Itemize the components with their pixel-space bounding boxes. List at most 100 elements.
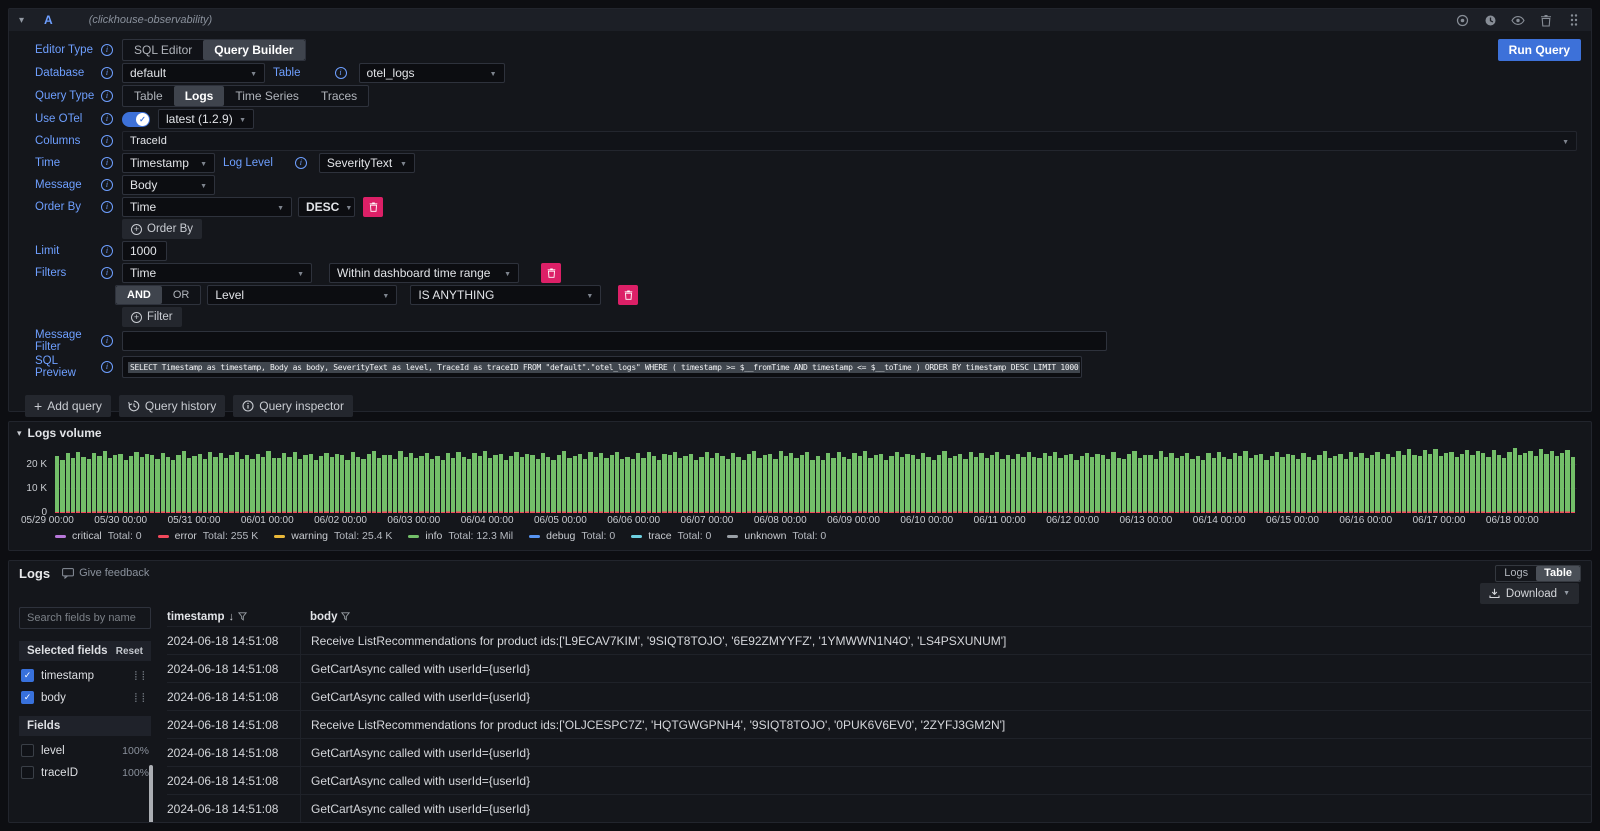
legend-item-info[interactable]: infoTotal: 12.3 Mil (408, 530, 513, 542)
log-level-select[interactable]: SeverityText (319, 153, 415, 173)
info-icon[interactable]: i (101, 335, 113, 347)
bar (1507, 452, 1511, 513)
remove-filter2-button[interactable] (618, 285, 638, 305)
hide-response-icon[interactable] (1511, 13, 1525, 27)
limit-input[interactable] (122, 241, 167, 261)
remove-order-by-button[interactable] (363, 197, 383, 217)
bar (1000, 459, 1004, 513)
bar (757, 458, 761, 513)
filter2-operator-select[interactable]: IS ANYTHING (410, 285, 601, 305)
query-type-option-logs[interactable]: Logs (174, 86, 225, 106)
use-otel-toggle[interactable]: ✓ (122, 112, 150, 127)
info-icon[interactable]: i (101, 361, 113, 373)
bar (1455, 457, 1459, 513)
bar (937, 455, 941, 514)
info-icon[interactable]: i (101, 90, 113, 102)
search-fields-input[interactable] (19, 607, 151, 629)
message-filter-input[interactable] (122, 331, 1107, 351)
available-field-level[interactable]: level100% (19, 743, 151, 758)
drag-handle-icon[interactable]: ⡇⡇ (134, 670, 149, 681)
info-icon[interactable]: i (101, 245, 113, 257)
table-row[interactable]: 2024-06-18 14:51:08GetCartAsync called w… (167, 766, 1591, 794)
query-inspector-button[interactable]: Query inspector (233, 395, 353, 417)
info-icon[interactable]: i (101, 135, 113, 147)
add-query-button[interactable]: +Add query (25, 395, 111, 417)
query-type-option-table[interactable]: Table (123, 86, 174, 106)
info-icon[interactable]: i (101, 201, 113, 213)
otel-version-select[interactable]: latest (1.2.9) (158, 109, 254, 129)
checkbox-unchecked[interactable] (21, 766, 34, 779)
info-icon[interactable]: i (101, 179, 113, 191)
give-feedback-button[interactable]: Give feedback (62, 567, 149, 579)
database-select[interactable]: default (122, 63, 265, 83)
info-icon[interactable]: i (101, 67, 113, 79)
editor-type-option-sql[interactable]: SQL Editor (123, 40, 203, 60)
filter-funnel-icon[interactable] (238, 612, 247, 621)
join-option-or[interactable]: OR (162, 286, 201, 304)
filter1-operator-select[interactable]: Within dashboard time range (329, 263, 519, 283)
info-icon[interactable]: i (101, 267, 113, 279)
order-by-field-select[interactable]: Time (122, 197, 292, 217)
legend-item-unknown[interactable]: unknownTotal: 0 (727, 530, 826, 542)
info-icon[interactable]: i (101, 44, 113, 56)
chevron-down-icon (250, 69, 257, 78)
available-field-traceID[interactable]: traceID100% (19, 765, 151, 780)
sort-desc-icon[interactable]: ↓ (229, 611, 235, 623)
remove-filter1-button[interactable] (541, 263, 561, 283)
info-icon[interactable]: i (101, 113, 113, 125)
editor-type-option-builder[interactable]: Query Builder (203, 40, 304, 60)
legend-item-critical[interactable]: criticalTotal: 0 (55, 530, 142, 542)
drag-handle-icon[interactable]: ⡇⡇ (134, 692, 149, 703)
bar (1196, 456, 1200, 513)
checkbox-checked[interactable]: ✓ (21, 691, 34, 704)
collapse-query-icon[interactable]: ▾ (19, 15, 24, 26)
bar (192, 456, 196, 513)
bar (103, 451, 107, 513)
collapse-panel-icon[interactable]: ▾ (17, 428, 22, 439)
reset-fields-button[interactable]: Reset (116, 646, 143, 657)
legend-item-trace[interactable]: traceTotal: 0 (631, 530, 711, 542)
legend-item-error[interactable]: errorTotal: 255 K (158, 530, 259, 542)
table-row[interactable]: 2024-06-18 14:51:08GetCartAsync called w… (167, 654, 1591, 682)
join-option-and[interactable]: AND (116, 286, 162, 304)
view-option-table[interactable]: Table (1536, 566, 1580, 581)
info-icon[interactable]: i (295, 157, 307, 169)
drag-handle-icon[interactable] (1567, 13, 1581, 27)
bar (699, 457, 703, 513)
columns-multiselect[interactable]: TraceId (122, 131, 1577, 151)
view-option-logs[interactable]: Logs (1496, 566, 1536, 581)
run-query-button[interactable]: Run Query (1498, 39, 1581, 61)
message-column-select[interactable]: Body (122, 175, 215, 195)
add-order-by-button[interactable]: +Order By (122, 219, 202, 239)
legend-item-warning[interactable]: warningTotal: 25.4 K (274, 530, 392, 542)
query-type-option-timeseries[interactable]: Time Series (224, 86, 310, 106)
checkbox-checked[interactable]: ✓ (21, 669, 34, 682)
column-header-timestamp[interactable]: timestamp ↓ (167, 611, 300, 623)
info-icon[interactable]: i (101, 157, 113, 169)
download-button[interactable]: Download ▼ (1480, 583, 1579, 604)
table-row[interactable]: 2024-06-18 14:51:08GetCartAsync called w… (167, 794, 1591, 822)
add-filter-button[interactable]: +Filter (122, 307, 182, 327)
table-row[interactable]: 2024-06-18 14:51:08Receive ListRecommend… (167, 626, 1591, 654)
delete-query-icon[interactable] (1539, 13, 1553, 27)
filter1-field-select[interactable]: Time (122, 263, 312, 283)
filter-funnel-icon[interactable] (341, 612, 350, 621)
table-row[interactable]: 2024-06-18 14:51:08GetCartAsync called w… (167, 738, 1591, 766)
selected-field-body[interactable]: ✓body⡇⡇ (19, 690, 151, 705)
legend-item-debug[interactable]: debugTotal: 0 (529, 530, 615, 542)
time-column-select[interactable]: Timestamp (122, 153, 215, 173)
checkbox-unchecked[interactable] (21, 744, 34, 757)
query-type-option-traces[interactable]: Traces (310, 86, 368, 106)
duplicate-icon[interactable] (1455, 13, 1469, 27)
info-icon[interactable]: i (335, 67, 347, 79)
query-history-button[interactable]: Query history (119, 395, 225, 417)
selected-field-timestamp[interactable]: ✓timestamp⡇⡇ (19, 668, 151, 683)
table-row[interactable]: 2024-06-18 14:51:08GetCartAsync called w… (167, 682, 1591, 710)
filter2-field-select[interactable]: Level (207, 285, 397, 305)
order-by-direction-select[interactable]: DESC (298, 197, 355, 217)
sidebar-scrollbar[interactable] (149, 765, 153, 822)
column-header-body[interactable]: body (300, 611, 1591, 623)
table-row[interactable]: 2024-06-18 14:51:08Receive ListRecommend… (167, 710, 1591, 738)
table-select[interactable]: otel_logs (359, 63, 505, 83)
history-icon[interactable] (1483, 13, 1497, 27)
